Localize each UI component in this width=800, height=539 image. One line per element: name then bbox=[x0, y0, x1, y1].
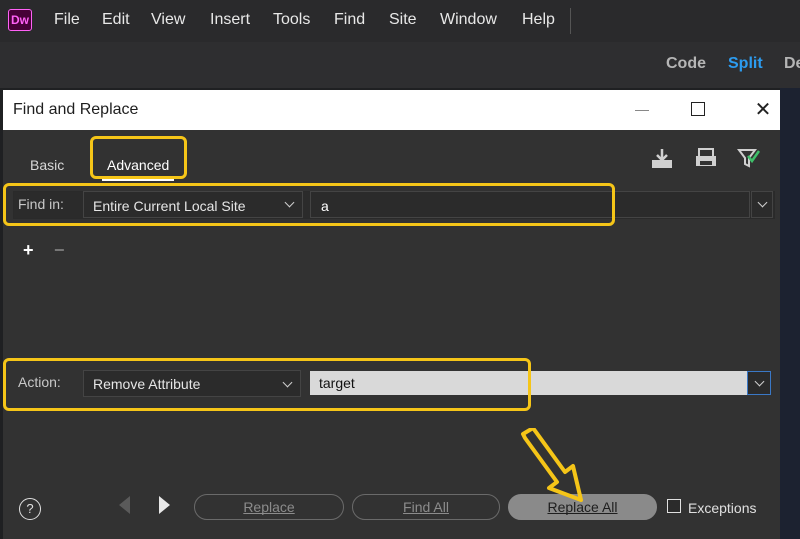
highlight-box-action-row bbox=[3, 358, 531, 411]
active-tab-indicator bbox=[102, 179, 174, 181]
find-replace-dialog: Find and Replace ✕ Basic Advanced Find i… bbox=[3, 90, 780, 539]
maximize-button[interactable] bbox=[681, 90, 721, 130]
find-all-button[interactable]: Find All bbox=[352, 494, 500, 520]
exceptions-label: Exceptions bbox=[688, 500, 757, 516]
find-tag-dropdown[interactable] bbox=[751, 191, 773, 218]
attribute-dropdown[interactable] bbox=[747, 371, 771, 395]
menu-file[interactable]: File bbox=[54, 11, 80, 29]
add-condition-button[interactable]: + bbox=[23, 240, 34, 261]
prev-arrow-icon[interactable] bbox=[119, 496, 130, 514]
menu-edit[interactable]: Edit bbox=[102, 11, 130, 29]
tab-basic[interactable]: Basic bbox=[30, 157, 64, 173]
view-split-button[interactable]: Split bbox=[728, 55, 763, 73]
load-query-icon[interactable] bbox=[693, 146, 719, 170]
annotation-arrow-icon bbox=[521, 428, 583, 502]
menu-tools[interactable]: Tools bbox=[273, 11, 310, 29]
chevron-down-icon bbox=[754, 376, 765, 387]
menu-site[interactable]: Site bbox=[389, 11, 417, 29]
highlight-box-find-row bbox=[3, 183, 615, 226]
code-view-background bbox=[780, 88, 800, 539]
view-design-button[interactable]: De bbox=[784, 55, 800, 73]
replace-button[interactable]: Replace bbox=[194, 494, 344, 520]
menu-view[interactable]: View bbox=[151, 11, 185, 29]
menu-insert[interactable]: Insert bbox=[210, 11, 250, 29]
menu-help[interactable]: Help bbox=[522, 11, 555, 29]
dw-logo-icon: Dw bbox=[8, 9, 32, 31]
highlight-box-advanced bbox=[90, 136, 187, 179]
remove-condition-button[interactable]: − bbox=[54, 240, 65, 261]
minimize-button[interactable] bbox=[625, 90, 665, 130]
close-button[interactable]: ✕ bbox=[743, 90, 783, 130]
view-code-button[interactable]: Code bbox=[666, 55, 706, 73]
chevron-down-icon bbox=[757, 197, 768, 208]
clear-filter-icon[interactable] bbox=[736, 146, 762, 170]
dialog-title: Find and Replace bbox=[13, 101, 139, 118]
help-icon[interactable]: ? bbox=[19, 498, 41, 520]
menu-window[interactable]: Window bbox=[440, 11, 497, 29]
next-arrow-icon[interactable] bbox=[159, 496, 170, 514]
save-query-icon[interactable] bbox=[649, 146, 675, 170]
menu-find[interactable]: Find bbox=[334, 11, 365, 29]
exceptions-checkbox[interactable] bbox=[667, 499, 681, 513]
menu-separator bbox=[570, 8, 571, 34]
